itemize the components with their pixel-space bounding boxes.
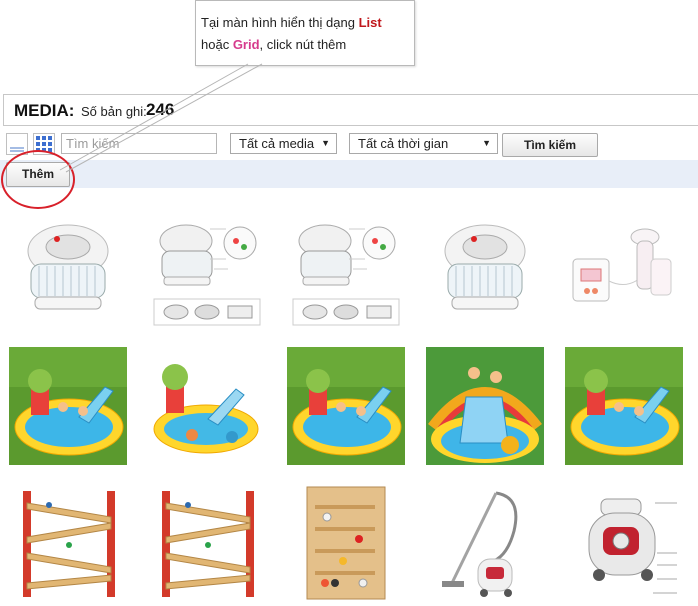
media-thumbnail[interactable] — [148, 347, 266, 465]
media-thumbnail[interactable] — [148, 483, 266, 601]
breast-pump-image — [565, 209, 683, 327]
add-button-highlight — [1, 150, 75, 209]
media-thumbnail[interactable] — [565, 209, 683, 327]
vacuum-cleaner-diagram-image — [565, 483, 683, 601]
media-thumbnail[interactable] — [148, 209, 266, 327]
inflatable-pool-kids-image — [426, 347, 544, 465]
media-grid — [0, 0, 698, 606]
media-thumbnail[interactable] — [9, 347, 127, 465]
media-thumbnail[interactable] — [426, 347, 544, 465]
callout-line-2: hoặc Grid, click nút thêm — [201, 37, 347, 52]
callout-grid-word: Grid — [232, 37, 260, 52]
ball-track-toy-image — [148, 483, 266, 601]
vacuum-cleaner-image — [426, 483, 544, 601]
media-thumbnail[interactable] — [9, 483, 127, 601]
media-thumbnail[interactable] — [426, 209, 544, 327]
media-thumbnail[interactable] — [565, 483, 683, 601]
halogen-oven-diagram-image — [148, 209, 266, 327]
inflatable-pool-lawn-image — [565, 347, 683, 465]
halogen-oven-image — [426, 209, 544, 327]
instruction-callout: Tại màn hình hiển thị dạng List hoặc Gri… — [195, 0, 415, 66]
ball-track-toy-image — [9, 483, 127, 601]
media-thumbnail[interactable] — [287, 209, 405, 327]
media-thumbnail[interactable] — [287, 347, 405, 465]
media-thumbnail[interactable] — [426, 483, 544, 601]
callout-line-1: Tại màn hình hiển thị dạng List — [201, 15, 382, 30]
halogen-oven-diagram-image — [287, 209, 405, 327]
inflatable-pool-lawn-image — [287, 347, 405, 465]
halogen-oven-image — [9, 209, 127, 327]
media-thumbnail[interactable] — [565, 347, 683, 465]
media-thumbnail[interactable] — [9, 209, 127, 327]
inflatable-pool-image — [148, 347, 266, 465]
ball-board-toy-image — [287, 483, 405, 601]
inflatable-pool-lawn-image — [9, 347, 127, 465]
callout-list-word: List — [358, 15, 382, 30]
media-thumbnail[interactable] — [287, 483, 405, 601]
